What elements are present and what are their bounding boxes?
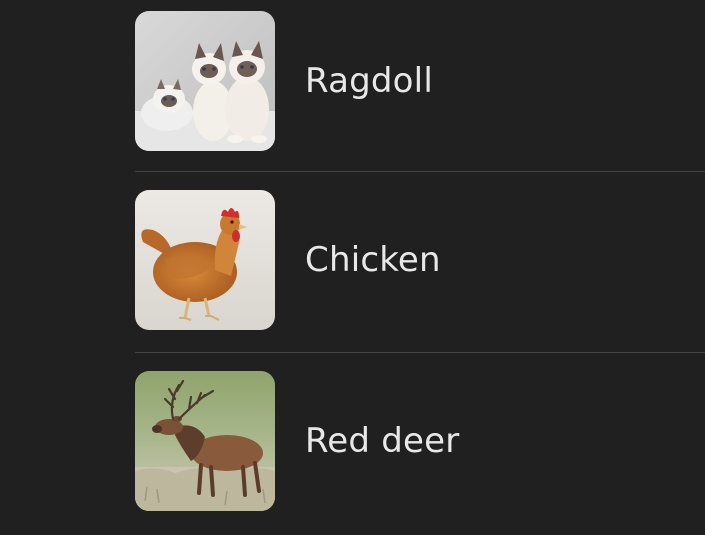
result-item-red-deer[interactable]: Red deer	[0, 371, 705, 531]
result-label: Red deer	[305, 421, 460, 461]
chicken-image	[135, 190, 275, 330]
red-deer-thumbnail[interactable]	[135, 371, 275, 511]
ragdoll-cat-image	[135, 11, 275, 151]
red-deer-image	[135, 371, 275, 511]
result-label: Ragdoll	[305, 61, 433, 101]
chicken-thumbnail[interactable]	[135, 190, 275, 330]
divider	[135, 352, 705, 353]
result-label: Chicken	[305, 240, 441, 280]
animal-results-list: Ragdoll Chicken Red deer	[0, 0, 705, 535]
result-item-chicken[interactable]: Chicken	[0, 190, 705, 350]
ragdoll-cat-thumbnail[interactable]	[135, 11, 275, 151]
divider	[135, 171, 705, 172]
result-item-ragdoll[interactable]: Ragdoll	[0, 11, 705, 171]
